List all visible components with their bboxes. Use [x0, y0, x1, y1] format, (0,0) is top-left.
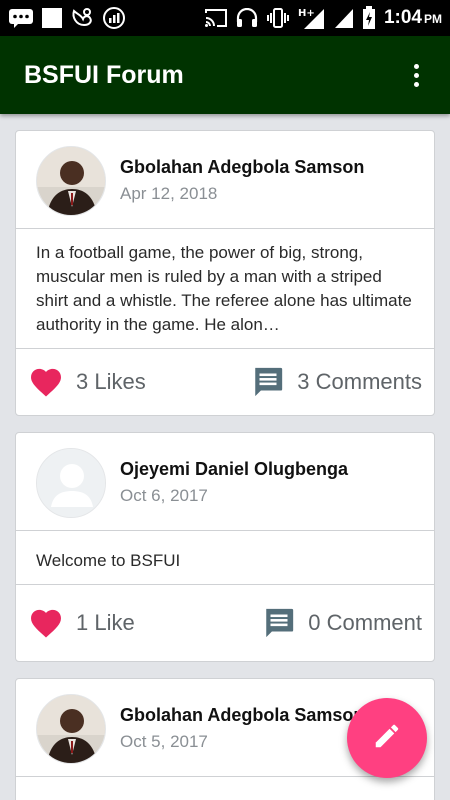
comments-count: 3 Comments	[297, 369, 422, 394]
post-actions: 1 Like 0 Comment	[16, 585, 434, 661]
app-title: BSFUI Forum	[24, 60, 184, 89]
author-name[interactable]: Ojeyemi Daniel Olugbenga	[120, 459, 348, 480]
likes-count: 1 Like	[76, 610, 135, 635]
clock-ampm: PM	[424, 12, 442, 26]
post-header: Gbolahan Adegbola Samson Apr 12, 2018	[16, 131, 434, 229]
post-date: Oct 6, 2017	[120, 486, 208, 505]
avatar[interactable]	[36, 145, 106, 216]
data-speed-icon	[102, 6, 126, 30]
heart-icon	[28, 607, 64, 639]
comment-button[interactable]: 3 Comments	[251, 365, 422, 399]
post-text: Welcome to BSFUI	[36, 551, 181, 570]
avatar[interactable]	[36, 693, 106, 764]
post-card[interactable]: Ojeyemi Daniel Olugbenga Oct 6, 2017 Wel…	[15, 432, 435, 662]
svg-text:H+: H+	[298, 8, 315, 19]
battery-icon	[362, 6, 376, 30]
comment-icon	[262, 606, 296, 640]
uc-browser-icon	[70, 7, 94, 29]
new-post-fab[interactable]	[347, 698, 427, 778]
status-icons-right: H+ 1:04 PM	[204, 6, 442, 30]
post-card[interactable]: Gbolahan Adegbola Samson Apr 12, 2018 In…	[15, 130, 435, 416]
post-text: In a football game, the power of big, st…	[36, 243, 412, 334]
author-name[interactable]: Gbolahan Adegbola Samson	[120, 157, 364, 178]
status-bar: H+ 1:04 PM	[0, 0, 450, 36]
app-bar: BSFUI Forum	[0, 36, 450, 114]
comment-button[interactable]: 0 Comment	[262, 606, 422, 640]
signal-bars-icon	[334, 7, 354, 29]
post-feed[interactable]: Gbolahan Adegbola Samson Apr 12, 2018 In…	[0, 114, 450, 800]
cast-icon	[204, 8, 228, 28]
post-body[interactable]: Welcome to BSFUI	[16, 531, 434, 585]
like-button[interactable]: 1 Like	[28, 607, 135, 639]
post-actions: 3 Likes 3 Comments	[16, 349, 434, 415]
author-name[interactable]: Gbolahan Adegbola Samson	[120, 705, 364, 726]
heart-icon	[28, 366, 64, 398]
post-header: Ojeyemi Daniel Olugbenga Oct 6, 2017	[16, 433, 434, 531]
h-plus-signal-icon: H+	[298, 6, 326, 30]
post-body[interactable]: In a football game, the power of big, st…	[16, 229, 434, 349]
avatar-placeholder[interactable]	[36, 447, 106, 518]
status-icons-left	[8, 6, 126, 30]
like-button[interactable]: 3 Likes	[28, 366, 146, 398]
post-date: Oct 5, 2017	[120, 732, 208, 751]
vibrate-icon	[266, 8, 290, 28]
chat-bubble-icon	[8, 8, 34, 28]
clock-time: 1:04	[383, 7, 422, 28]
clock: 1:04 PM	[384, 7, 442, 29]
post-date: Apr 12, 2018	[120, 184, 218, 203]
more-vert-icon[interactable]	[404, 60, 428, 90]
headphones-icon	[236, 8, 258, 28]
pencil-icon	[372, 721, 402, 756]
square-notification-icon	[42, 8, 62, 28]
comments-count: 0 Comment	[308, 610, 422, 635]
comment-icon	[251, 365, 285, 399]
likes-count: 3 Likes	[76, 369, 146, 394]
